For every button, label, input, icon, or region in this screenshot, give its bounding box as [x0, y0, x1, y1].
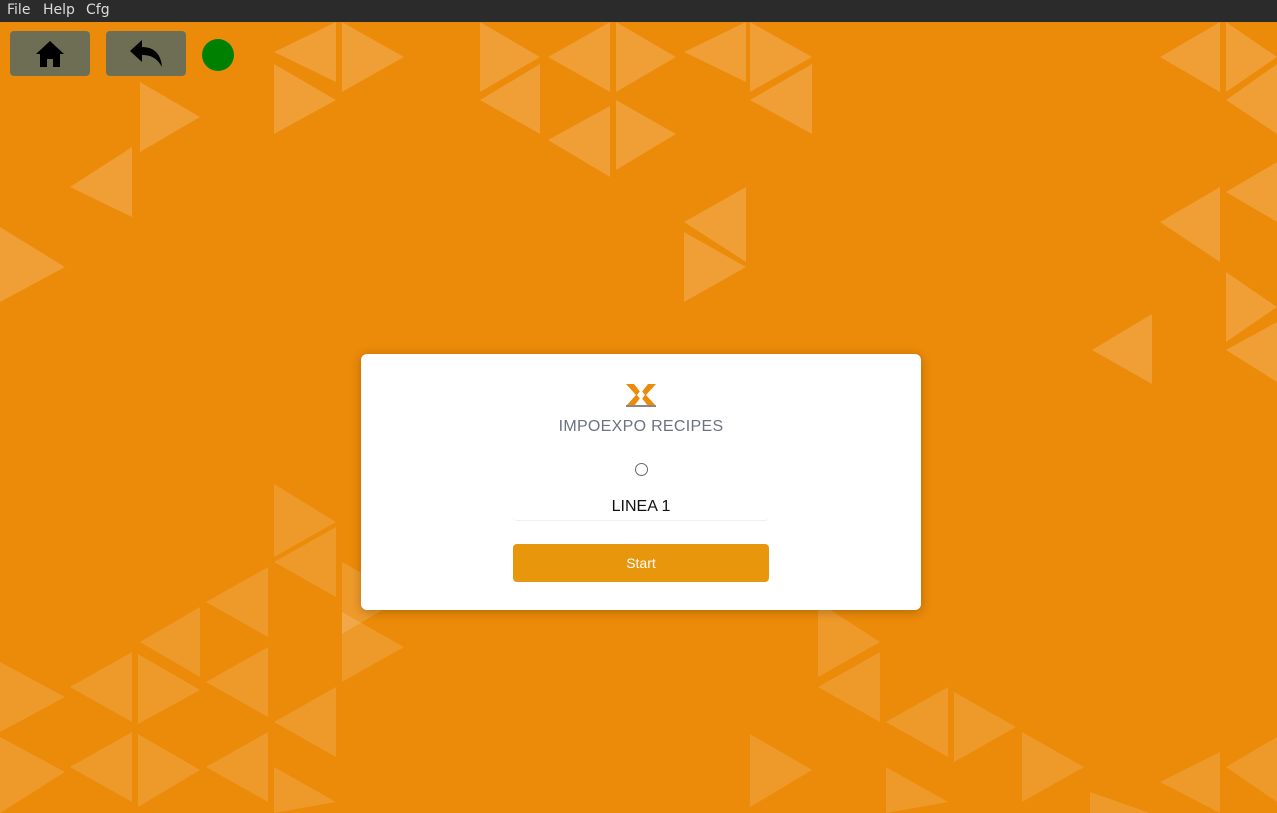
reply-arrow-icon	[130, 39, 162, 67]
tmg-logo	[626, 384, 656, 407]
menu-file[interactable]: File	[7, 2, 30, 18]
home-button[interactable]	[10, 31, 90, 76]
home-icon	[36, 40, 64, 67]
menu-cfg[interactable]: Cfg	[86, 2, 110, 18]
back-button[interactable]	[106, 31, 186, 76]
menu-bar: File Help Cfg	[0, 0, 1277, 22]
line-name-label: LINEA 1	[513, 494, 769, 521]
connection-status-indicator	[202, 39, 234, 71]
line-radio-button[interactable]	[635, 463, 648, 476]
start-button[interactable]: Start	[513, 544, 769, 582]
menu-help[interactable]: Help	[43, 2, 75, 18]
recipe-start-card: IMPOEXPO RECIPES LINEA 1 Start	[361, 354, 921, 610]
app-title: IMPOEXPO RECIPES	[558, 418, 724, 435]
